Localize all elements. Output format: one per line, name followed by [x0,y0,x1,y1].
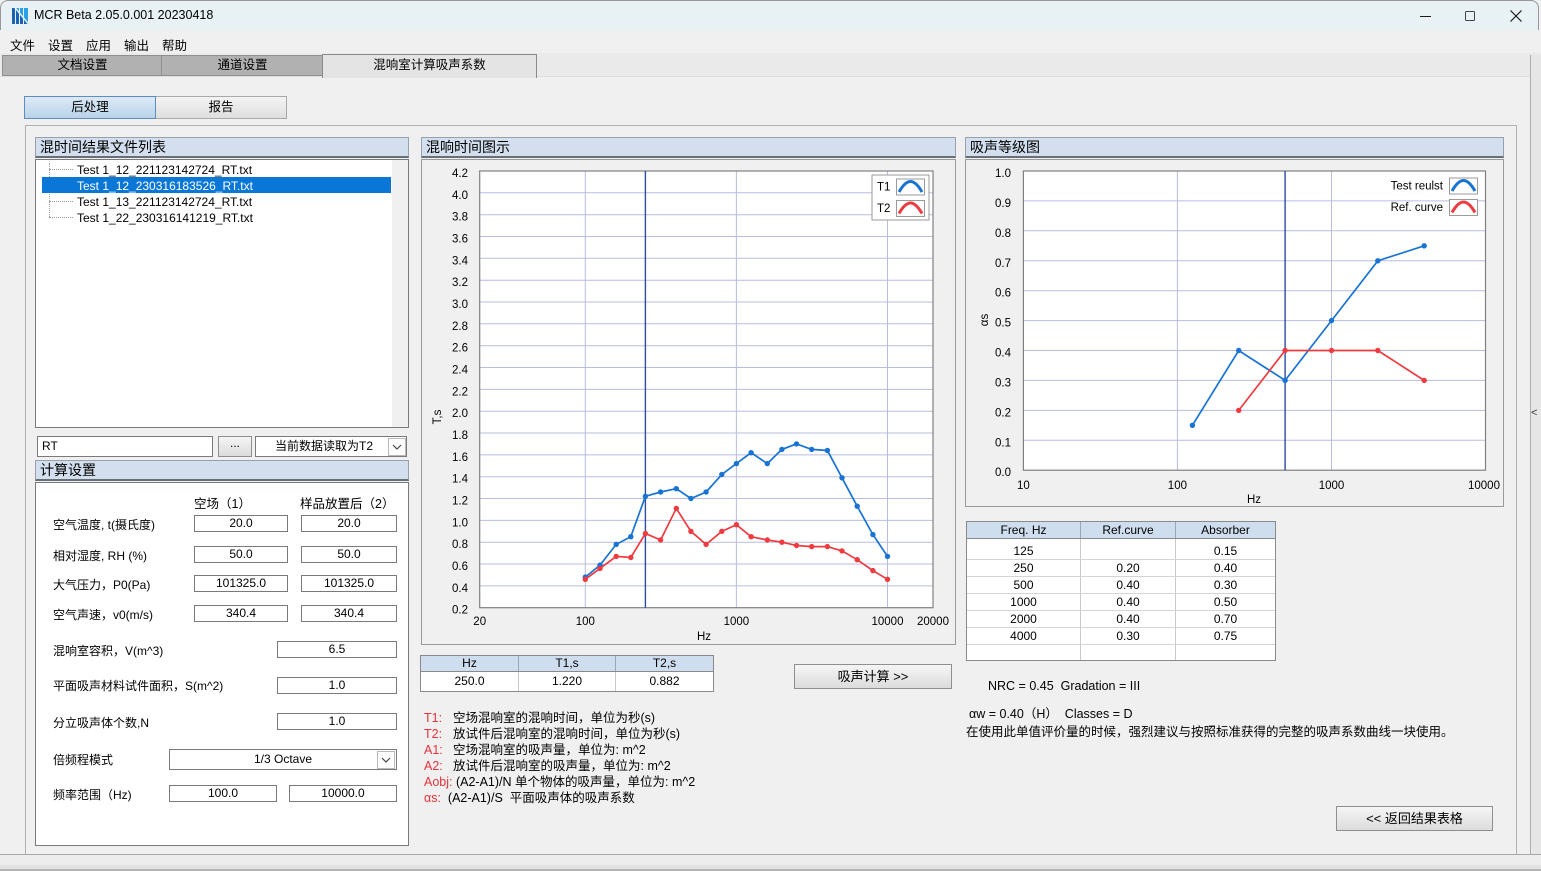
svg-text:2.4: 2.4 [452,365,469,377]
svg-text:0.4: 0.4 [452,583,469,595]
svg-text:0.2: 0.2 [995,407,1011,419]
svg-text:0.1: 0.1 [995,437,1011,449]
svg-text:Hz: Hz [697,631,711,643]
svg-text:0.6: 0.6 [995,288,1011,300]
svg-text:2.8: 2.8 [452,321,468,333]
svg-text:0.5: 0.5 [995,318,1011,330]
svg-text:1.0: 1.0 [995,168,1011,180]
svg-text:3.8: 3.8 [452,212,468,224]
svg-text:20000: 20000 [917,616,949,628]
svg-text:20: 20 [473,616,486,628]
svg-text:T,s: T,s [432,409,444,424]
svg-text:Test reulst: Test reulst [1391,181,1444,193]
svg-text:T1: T1 [877,182,890,194]
svg-text:0.6: 0.6 [452,561,468,573]
svg-text:100: 100 [1168,480,1187,492]
svg-text:3.0: 3.0 [452,299,468,311]
svg-text:2.0: 2.0 [452,408,468,420]
svg-text:1.0: 1.0 [452,517,468,529]
svg-text:4.2: 4.2 [452,168,468,180]
svg-text:0.0: 0.0 [995,467,1011,479]
svg-text:3.6: 3.6 [452,234,468,246]
svg-text:1.8: 1.8 [452,430,468,442]
svg-text:0.8: 0.8 [995,228,1011,240]
svg-text:0.3: 0.3 [995,377,1011,389]
svg-text:0.2: 0.2 [452,605,468,617]
svg-text:Hz: Hz [1247,494,1261,506]
svg-text:Ref. curve: Ref. curve [1391,202,1443,214]
svg-text:10000: 10000 [872,616,904,628]
svg-text:4.0: 4.0 [452,190,468,202]
svg-text:1.6: 1.6 [452,452,468,464]
svg-text:αs: αs [979,314,991,327]
svg-text:2.6: 2.6 [452,343,468,355]
svg-text:1000: 1000 [1319,480,1345,492]
svg-text:0.8: 0.8 [452,539,468,551]
svg-text:3.4: 3.4 [452,255,469,267]
svg-text:0.4: 0.4 [995,348,1012,360]
svg-text:1.4: 1.4 [452,474,469,486]
svg-text:100: 100 [576,616,595,628]
svg-text:1.2: 1.2 [452,496,468,508]
svg-text:0.9: 0.9 [995,198,1011,210]
svg-text:1000: 1000 [724,616,750,628]
svg-text:2.2: 2.2 [452,386,468,398]
svg-text:3.2: 3.2 [452,277,468,289]
svg-text:T2: T2 [877,203,890,215]
svg-text:0.7: 0.7 [995,258,1011,270]
svg-text:10: 10 [1017,480,1030,492]
svg-text:10000: 10000 [1468,480,1500,492]
